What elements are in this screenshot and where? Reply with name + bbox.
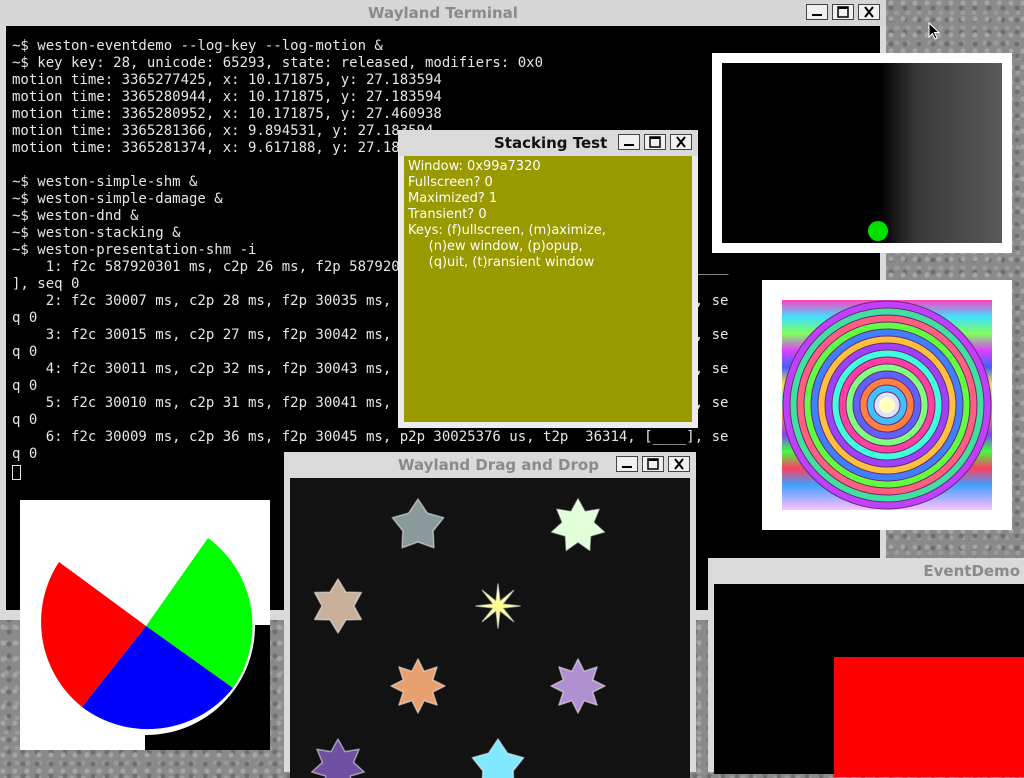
maximize-button[interactable]: [832, 4, 854, 20]
terminal-line: ~$ weston-stacking &: [12, 225, 181, 241]
terminal-line: motion time: 3365281374, x: 9.617188, y:…: [12, 140, 434, 156]
stacking-line: (n)ew window, (p)opup,: [408, 239, 583, 254]
maximize-button[interactable]: [644, 134, 666, 150]
close-button[interactable]: [670, 134, 692, 150]
flower-mint-icon[interactable]: [550, 498, 606, 552]
stacking-line: Transient? 0: [408, 207, 487, 222]
stacking-test-window[interactable]: Stacking Test Window: 0x99a7320 Fullscree…: [398, 130, 698, 428]
close-icon: [676, 136, 686, 148]
terminal-line: q 0: [12, 344, 38, 360]
terminal-line: q 0: [12, 412, 38, 428]
terminal-line: q 0: [12, 310, 38, 326]
stacking-line: Fullscreen? 0: [408, 175, 493, 190]
minimize-icon: [624, 144, 634, 146]
green-dot: [868, 221, 888, 241]
eventdemo-titlebar[interactable]: EventDemo: [708, 558, 1024, 584]
simple-shm-window[interactable]: [712, 53, 1012, 253]
stacking-line: Keys: (f)ullscreen, (m)aximize,: [408, 223, 606, 238]
flower-cyan-icon[interactable]: [471, 738, 525, 778]
terminal-line: ~$ key key: 28, unicode: 65293, state: r…: [12, 55, 544, 71]
terminal-line: motion time: 3365277425, x: 10.171875, y…: [12, 72, 442, 88]
eventdemo-surface[interactable]: [714, 584, 1024, 777]
stacking-titlebar[interactable]: Stacking Test: [398, 130, 698, 156]
simple-shm-surface: [722, 63, 1002, 243]
pie-graphic: [20, 500, 270, 750]
concentric-rings: [782, 300, 992, 510]
terminal-line: q 0: [12, 446, 38, 462]
eventdemo-title: EventDemo: [923, 562, 1020, 580]
close-icon: [864, 6, 874, 18]
flower-star-yellow-icon[interactable]: [475, 583, 521, 629]
stacking-line: Window: 0x99a7320: [408, 159, 541, 174]
terminal-line: motion time: 3365281366, x: 9.894531, y:…: [12, 123, 434, 139]
terminal-titlebar[interactable]: Wayland Terminal: [0, 0, 886, 26]
minimize-icon: [622, 466, 632, 468]
flower-purple-icon[interactable]: [310, 738, 366, 778]
maximize-icon: [649, 136, 661, 148]
clock-window[interactable]: [20, 500, 270, 750]
close-icon: [674, 458, 684, 470]
flower-orange-icon[interactable]: [390, 658, 446, 714]
stacking-content[interactable]: Window: 0x99a7320 Fullscreen? 0 Maximized?…: [404, 156, 692, 422]
terminal-line: ~$ weston-presentation-shm -i: [12, 242, 257, 258]
stacking-line: (q)uit, (t)ransient window: [408, 255, 595, 270]
terminal-line: ~$ weston-simple-shm &: [12, 174, 198, 190]
terminal-line: 6: f2c 30009 ms, c2p 36 ms, f2p 30045 ms…: [12, 429, 729, 445]
terminal-line: ~$ weston-dnd &: [12, 208, 139, 224]
simple-damage-surface: [782, 300, 992, 510]
simple-damage-window[interactable]: [762, 280, 1012, 530]
drag-and-drop-window[interactable]: Wayland Drag and Drop: [284, 452, 696, 778]
terminal-line: ], seq 0: [12, 276, 80, 292]
maximize-button[interactable]: [642, 456, 664, 472]
minimize-icon: [812, 14, 822, 16]
minimize-button[interactable]: [618, 134, 640, 150]
terminal-line: ~$ weston-eventdemo --log-key --log-moti…: [12, 38, 383, 54]
stacking-line: Maximized? 1: [408, 191, 498, 206]
dnd-items[interactable]: [290, 478, 690, 778]
eventdemo-red-rect: [834, 657, 1024, 777]
flower-violet-icon[interactable]: [550, 658, 606, 714]
terminal-line: ~$ weston-simple-damage &: [12, 191, 223, 207]
terminal-title: Wayland Terminal: [368, 4, 518, 22]
maximize-icon: [837, 6, 849, 18]
terminal-line: motion time: 3365280952, x: 10.171875, y…: [12, 106, 442, 122]
dnd-titlebar[interactable]: Wayland Drag and Drop: [284, 452, 696, 478]
close-button[interactable]: [858, 4, 880, 20]
eventdemo-window[interactable]: EventDemo: [708, 558, 1024, 777]
flower-tan-icon[interactable]: [313, 578, 363, 634]
pointer-icon: [928, 22, 941, 40]
terminal-cursor: [12, 465, 21, 480]
flower-gray-icon[interactable]: [391, 498, 445, 549]
minimize-button[interactable]: [616, 456, 638, 472]
dnd-canvas[interactable]: [290, 478, 690, 778]
terminal-line: motion time: 3365280944, x: 10.171875, y…: [12, 89, 442, 105]
close-button[interactable]: [668, 456, 690, 472]
terminal-line: q 0: [12, 378, 38, 394]
minimize-button[interactable]: [806, 4, 828, 20]
maximize-icon: [647, 458, 659, 470]
